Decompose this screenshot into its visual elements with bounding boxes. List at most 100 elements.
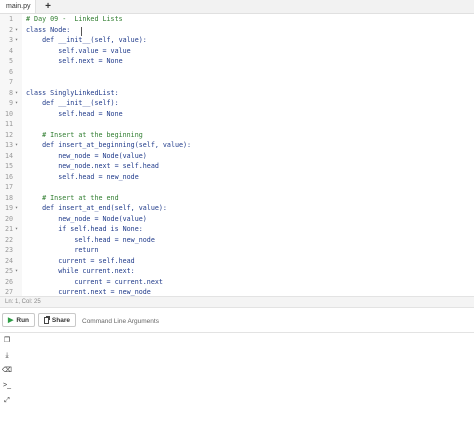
tab-bar: main.py +	[0, 0, 474, 14]
code-text: def __init__(self, value):	[26, 36, 147, 44]
fold-arrow-icon[interactable]: ▾	[15, 266, 21, 277]
code-text: current.next = new_node	[26, 288, 151, 296]
code-line: 19 ▾ def insert_at_end(self, value):	[0, 203, 474, 214]
code-text: while current.next:	[26, 267, 135, 275]
fold-arrow-icon[interactable]: ▾	[15, 25, 21, 36]
cursor-position: Ln: 1, Col: 25	[5, 299, 41, 305]
fold-arrow-icon[interactable]: ▾	[15, 224, 21, 235]
code-line: 15 new_node.next = self.head	[0, 161, 474, 172]
code-line: 16 self.head = new_node	[0, 172, 474, 183]
line-number: 5	[8, 57, 13, 65]
code-text: self.value = value	[26, 46, 131, 55]
code-line: 11	[0, 119, 474, 130]
download-icon[interactable]: ⤓	[2, 351, 12, 360]
line-number: 17	[4, 183, 13, 191]
line-number: 8	[8, 88, 13, 97]
code-text: new_node.next = self.head	[26, 162, 159, 170]
code-line: 23 return	[0, 245, 474, 256]
line-number: 16	[4, 172, 13, 181]
clear-icon[interactable]: ⌫	[2, 366, 12, 375]
line-number: 24	[4, 256, 13, 265]
fold-arrow-icon[interactable]: ▾	[15, 140, 21, 151]
code-line: 18 # Insert at the end	[0, 193, 474, 204]
code-line: 25 ▾ while current.next:	[0, 266, 474, 277]
code-line: 8 ▾ class SinglyLinkedList:	[0, 88, 474, 99]
share-label: Share	[51, 316, 70, 324]
share-icon	[44, 315, 50, 324]
copy-icon[interactable]: ❐	[2, 336, 12, 345]
line-number: 18	[4, 193, 13, 202]
line-number: 12	[4, 130, 13, 139]
code-text: def insert_at_beginning(self, value):	[26, 141, 192, 149]
code-text: def __init__(self):	[26, 99, 119, 107]
line-number: 7	[8, 78, 13, 86]
line-number: 19	[4, 204, 13, 212]
line-number: 22	[4, 235, 13, 244]
code-line: 1 # Day 09 - Linked Lists	[0, 14, 474, 25]
code-line: 7	[0, 77, 474, 88]
line-number: 4	[8, 46, 13, 55]
code-line: 24 current = self.head	[0, 256, 474, 267]
code-line: 26 current = current.next	[0, 277, 474, 288]
code-text: self.head = new_node	[26, 235, 155, 244]
code-text: self.head = None	[26, 109, 123, 118]
code-text: new_node = Node(value)	[26, 151, 147, 160]
code-text: self.next = None	[26, 57, 123, 65]
code-text: class Node:	[26, 25, 71, 34]
run-label: Run	[16, 316, 30, 324]
code-line: 17	[0, 182, 474, 193]
line-number: 20	[4, 214, 13, 223]
fold-arrow-icon[interactable]: ▾	[15, 88, 21, 99]
line-number: 11	[4, 120, 13, 128]
fold-arrow-icon[interactable]: ▾	[15, 35, 21, 46]
line-number: 14	[4, 151, 13, 160]
code-line: 21 ▾ if self.head is None:	[0, 224, 474, 235]
code-text: class SinglyLinkedList:	[26, 88, 119, 97]
line-number: 2	[8, 25, 13, 34]
terminal-icon[interactable]: >_	[2, 381, 12, 390]
line-number: 6	[8, 67, 13, 76]
code-line: 4 self.value = value	[0, 46, 474, 57]
code-line: 13 ▾ def insert_at_beginning(self, value)…	[0, 140, 474, 151]
share-button[interactable]: Share	[38, 313, 76, 327]
code-line: 20 new_node = Node(value)	[0, 214, 474, 225]
line-number: 21	[4, 225, 13, 233]
text-cursor	[81, 27, 82, 36]
code-text: return	[26, 246, 99, 254]
command-line-arguments-input[interactable]	[80, 313, 464, 329]
code-line: 10 self.head = None	[0, 109, 474, 120]
add-tab-button[interactable]: +	[42, 0, 54, 13]
run-button[interactable]: ▶ Run	[2, 313, 35, 327]
code-text: current = current.next	[26, 277, 163, 286]
console-toolbar: ❐ ⤓ ⌫ >_ ⤢	[0, 333, 14, 433]
expand-icon[interactable]: ⤢	[2, 396, 12, 405]
code-comment: # Day 09 - Linked Lists	[26, 15, 123, 23]
fold-arrow-icon[interactable]: ▾	[15, 98, 21, 109]
tab-label: main.py	[6, 3, 31, 10]
line-number: 25	[4, 267, 13, 275]
code-editor[interactable]: 1 # Day 09 - Linked Lists 2 ▾ class Node: 3 ▾ …	[0, 14, 474, 296]
code-text: new_node = Node(value)	[26, 214, 147, 223]
code-comment: # Insert at the end	[26, 193, 119, 202]
line-number: 26	[4, 277, 13, 286]
fold-arrow-icon[interactable]: ▾	[15, 203, 21, 214]
code-comment: # Insert at the beginning	[26, 130, 143, 139]
line-number: 15	[4, 162, 13, 170]
line-number: 1	[8, 15, 13, 23]
line-number: 27	[4, 288, 13, 296]
code-text: if self.head is None:	[26, 225, 143, 233]
tab-main-py[interactable]: main.py	[0, 0, 36, 13]
code-line: 9 ▾ def __init__(self):	[0, 98, 474, 109]
code-line: 3 ▾ def __init__(self, value):	[0, 35, 474, 46]
code-line: 5 self.next = None	[0, 56, 474, 67]
line-number: 23	[4, 246, 13, 254]
line-number: 10	[4, 109, 13, 118]
status-bar: Ln: 1, Col: 25	[0, 296, 474, 308]
line-number: 13	[4, 141, 13, 149]
code-line: 6	[0, 67, 474, 78]
code-line: 27 current.next = new_node	[0, 287, 474, 296]
code-line: 14 new_node = Node(value)	[0, 151, 474, 162]
code-line: 22 self.head = new_node	[0, 235, 474, 246]
play-icon: ▶	[8, 317, 14, 324]
code-text: def insert_at_end(self, value):	[26, 204, 167, 212]
